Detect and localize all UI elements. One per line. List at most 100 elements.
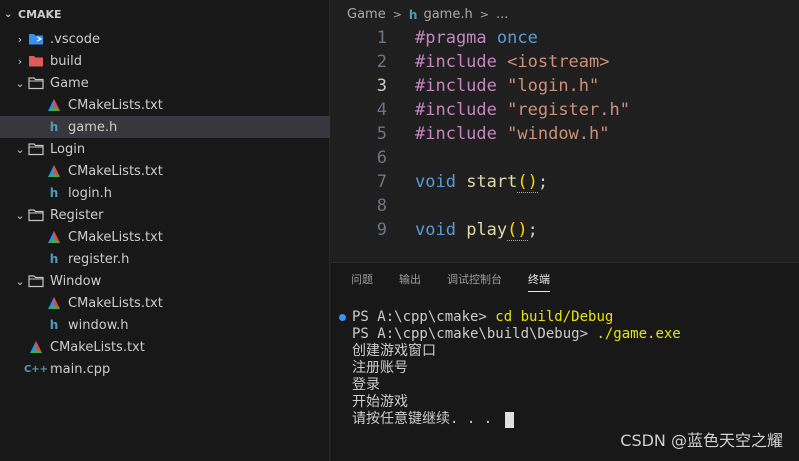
tree-item[interactable]: CMakeLists.txt: [0, 292, 330, 314]
tree-item[interactable]: h window.h: [0, 314, 330, 336]
folder-icon: [28, 75, 44, 91]
code-token: #include: [415, 100, 497, 120]
terminal-text: 开始游戏: [352, 394, 408, 410]
folder-icon: [28, 273, 44, 289]
code-token: (): [507, 220, 528, 241]
cmake-icon: [28, 339, 44, 355]
breadcrumb-folder[interactable]: Game: [347, 7, 386, 22]
cpp-file-icon: C++: [23, 363, 49, 375]
line-number: 3: [376, 76, 387, 96]
code-token: void: [415, 220, 456, 240]
code-token: #include: [415, 52, 497, 72]
chevron-down-icon: ⌄: [15, 142, 25, 156]
terminal-text: 注册账号: [352, 360, 408, 376]
terminal-command: cd build/Debug: [495, 309, 614, 325]
tree-item[interactable]: CMakeLists.txt: [0, 336, 330, 358]
tree-item[interactable]: CMakeLists.txt: [0, 226, 330, 248]
panel-tab[interactable]: 终端: [528, 271, 550, 292]
line-number: 5: [376, 124, 387, 144]
tree-item[interactable]: h login.h: [0, 182, 330, 204]
terminal-line: 开始游戏: [339, 394, 681, 411]
code-line[interactable]: 7 void start();: [331, 170, 799, 194]
panel-tab[interactable]: 输出: [399, 271, 421, 292]
terminal-line: PS A:\cpp\cmake\build\Debug> ./game.exe: [339, 326, 681, 343]
explorer-title: CMAKE: [18, 7, 62, 21]
code-token: #include: [415, 124, 497, 144]
tree-item[interactable]: ⌄ Game: [0, 72, 330, 94]
line-number: 4: [376, 100, 387, 120]
code-token: "window.h": [507, 124, 610, 144]
code-line[interactable]: 8: [331, 194, 799, 218]
terminal-cursor: [504, 411, 514, 428]
code-line[interactable]: 4 #include "register.h": [331, 98, 799, 122]
line-number: 8: [376, 196, 387, 216]
tree-item-label: login.h: [68, 185, 113, 201]
chevron-right-icon: >: [479, 8, 489, 21]
tree-item-label: register.h: [68, 251, 130, 267]
folder-icon: [28, 141, 44, 157]
code-line[interactable]: 3 #include "login.h": [331, 74, 799, 98]
code-text: #include "login.h": [415, 76, 599, 96]
tree-item-label: build: [50, 53, 82, 69]
command-status-icon[interactable]: [339, 314, 346, 321]
terminal[interactable]: PS A:\cpp\cmake> cd build/Debug PS A:\cpp…: [339, 309, 681, 428]
header-file-icon: h: [49, 252, 59, 266]
terminal-command: ./game.exe: [596, 326, 681, 342]
tree-item[interactable]: ⌄ Register: [0, 204, 330, 226]
tree-item[interactable]: h register.h: [0, 248, 330, 270]
panel-tab[interactable]: 调试控制台: [447, 271, 502, 292]
watermark: CSDN @蓝色天空之耀: [620, 431, 783, 450]
header-file-icon: h: [408, 7, 418, 22]
code-token: <iostream>: [507, 52, 610, 72]
folder-icon: [28, 207, 44, 223]
tree-item-label: CMakeLists.txt: [68, 163, 163, 179]
code-token: start: [466, 172, 518, 192]
explorer-sidebar: ⌄ CMAKE › .vscode › build ⌄ Game CMakeLists.tx…: [0, 0, 330, 461]
code-token: void: [415, 172, 456, 192]
breadcrumb-more[interactable]: ...: [496, 7, 508, 22]
code-line[interactable]: 6: [331, 146, 799, 170]
code-line[interactable]: 2 #include <iostream>: [331, 50, 799, 74]
code-token: #pragma: [415, 28, 487, 48]
code-token: "register.h": [507, 100, 630, 120]
chevron-right-icon: ›: [17, 54, 23, 68]
tree-item-label: Register: [50, 207, 104, 223]
terminal-line: 请按任意键继续. . .: [339, 411, 681, 428]
tree-item[interactable]: CMakeLists.txt: [0, 160, 330, 182]
breadcrumb-file[interactable]: game.h: [423, 7, 472, 22]
chevron-down-icon: ⌄: [15, 76, 25, 90]
tree-item-label: CMakeLists.txt: [68, 229, 163, 245]
chevron-right-icon: >: [392, 8, 402, 21]
tree-item-label: CMakeLists.txt: [68, 295, 163, 311]
bottom-panel: 问题 输出 调试控制台 终端 PS A:\cpp\cmake> cd build/De…: [331, 262, 799, 461]
panel-tab[interactable]: 问题: [351, 271, 373, 292]
tree-item[interactable]: ⌄ Login: [0, 138, 330, 160]
tree-item[interactable]: › .vscode: [0, 28, 330, 50]
tree-item[interactable]: h game.h: [0, 116, 330, 138]
tree-item-label: .vscode: [50, 31, 100, 47]
code-token: once: [496, 28, 538, 48]
chevron-down-icon: ⌄: [15, 274, 25, 288]
explorer-header[interactable]: ⌄ CMAKE: [0, 0, 329, 28]
cmake-icon: [46, 229, 62, 245]
code-editor[interactable]: Game > h game.h > ... 1 #pragma once 2 #inc…: [331, 0, 799, 260]
line-number: 1: [376, 28, 387, 48]
code-line[interactable]: 5 #include "window.h": [331, 122, 799, 146]
terminal-line: 登录: [339, 377, 681, 394]
terminal-text: PS A:\cpp\cmake\build\Debug>: [352, 326, 597, 342]
terminal-line: 注册账号: [339, 360, 681, 377]
code-text: void start();: [415, 172, 548, 193]
code-token: ;: [527, 220, 538, 240]
tree-item[interactable]: › build: [0, 50, 330, 72]
tree-item[interactable]: ⌄ Window: [0, 270, 330, 292]
tree-item[interactable]: C++ main.cpp: [0, 358, 330, 380]
header-file-icon: h: [49, 120, 59, 134]
tree-item-label: Login: [50, 141, 86, 157]
code-line[interactable]: 1 #pragma once: [331, 26, 799, 50]
tree-item[interactable]: CMakeLists.txt: [0, 94, 330, 116]
code-line[interactable]: 9 void play();: [331, 218, 799, 242]
